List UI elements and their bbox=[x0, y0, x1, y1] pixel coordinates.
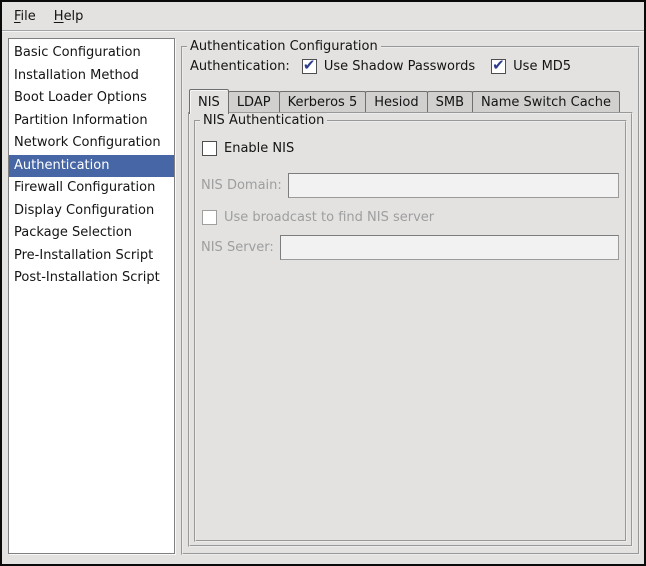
sidebar-item-network-configuration[interactable]: Network Configuration bbox=[9, 132, 174, 155]
sidebar-item-authentication[interactable]: Authentication bbox=[9, 155, 174, 178]
sidebar-item-partition-information[interactable]: Partition Information bbox=[9, 110, 174, 133]
use-broadcast-checkbox: Use broadcast to find NIS server bbox=[202, 210, 434, 225]
use-broadcast-label: Use broadcast to find NIS server bbox=[224, 210, 434, 225]
use-broadcast-checkbox-box bbox=[202, 210, 217, 225]
tab-smb[interactable]: SMB bbox=[427, 91, 473, 113]
authentication-configuration-frame-title: Authentication Configuration bbox=[187, 39, 381, 55]
sidebar-item-package-selection[interactable]: Package Selection bbox=[9, 222, 174, 245]
use-md5-checkbox-box[interactable]: ✔ bbox=[491, 59, 506, 74]
tab-nis[interactable]: NIS bbox=[189, 89, 229, 114]
menu-file-label: ile bbox=[21, 9, 36, 24]
enable-nis-label: Enable NIS bbox=[224, 141, 294, 156]
tab-name-switch-cache[interactable]: Name Switch Cache bbox=[472, 91, 620, 113]
menu-help[interactable]: Help bbox=[45, 4, 93, 29]
enable-nis-checkbox-box[interactable] bbox=[202, 141, 217, 156]
nis-domain-label: NIS Domain: bbox=[201, 178, 282, 193]
sidebar-item-display-configuration[interactable]: Display Configuration bbox=[9, 200, 174, 223]
use-shadow-passwords-label: Use Shadow Passwords bbox=[324, 59, 475, 74]
tab-hesiod[interactable]: Hesiod bbox=[365, 91, 427, 113]
checkmark-icon: ✔ bbox=[303, 56, 316, 74]
section-list: Basic Configuration Installation Method … bbox=[8, 38, 175, 554]
sidebar-item-firewall-configuration[interactable]: Firewall Configuration bbox=[9, 177, 174, 200]
tab-ldap[interactable]: LDAP bbox=[228, 91, 280, 113]
nis-server-row: NIS Server: bbox=[201, 235, 619, 260]
use-broadcast-row: Use broadcast to find NIS server bbox=[202, 210, 450, 225]
nis-server-label: NIS Server: bbox=[201, 240, 274, 255]
use-md5-checkbox[interactable]: ✔ Use MD5 bbox=[491, 59, 571, 74]
nis-authentication-frame-title: NIS Authentication bbox=[200, 113, 327, 129]
authentication-label: Authentication: bbox=[190, 59, 290, 74]
nis-authentication-frame: NIS Authentication Enable NIS NIS Domain… bbox=[194, 120, 627, 542]
menu-file[interactable]: File bbox=[5, 4, 45, 29]
kickstart-configurator-window: File Help Basic Configuration Installati… bbox=[0, 0, 646, 566]
enable-nis-checkbox[interactable]: Enable NIS bbox=[202, 141, 294, 156]
authentication-configuration-frame: Authentication Configuration Authenticat… bbox=[181, 46, 640, 555]
sidebar-item-post-installation-script[interactable]: Post-Installation Script bbox=[9, 267, 174, 290]
tab-kerberos5[interactable]: Kerberos 5 bbox=[279, 91, 367, 113]
nis-domain-row: NIS Domain: bbox=[201, 173, 619, 198]
enable-nis-row: Enable NIS bbox=[202, 141, 310, 156]
use-md5-label: Use MD5 bbox=[513, 59, 571, 74]
nis-server-input bbox=[280, 235, 619, 260]
menu-help-label: elp bbox=[64, 9, 84, 24]
menu-bar: File Help bbox=[2, 2, 644, 31]
sidebar-item-boot-loader-options[interactable]: Boot Loader Options bbox=[9, 87, 174, 110]
sidebar-item-installation-method[interactable]: Installation Method bbox=[9, 65, 174, 88]
nis-tab-page: NIS Authentication Enable NIS NIS Domain… bbox=[188, 112, 633, 547]
sidebar-item-basic-configuration[interactable]: Basic Configuration bbox=[9, 42, 174, 65]
auth-method-tab-bar: NIS LDAP Kerberos 5 Hesiod SMB Name Swit… bbox=[189, 88, 619, 113]
nis-domain-input bbox=[288, 173, 619, 198]
use-shadow-passwords-checkbox[interactable]: ✔ Use Shadow Passwords bbox=[302, 59, 475, 74]
menu-help-mnemonic: H bbox=[54, 9, 64, 24]
use-shadow-passwords-checkbox-box[interactable]: ✔ bbox=[302, 59, 317, 74]
authentication-options-row: Authentication: ✔ Use Shadow Passwords ✔… bbox=[190, 59, 587, 74]
sidebar-item-pre-installation-script[interactable]: Pre-Installation Script bbox=[9, 245, 174, 268]
checkmark-icon: ✔ bbox=[492, 56, 505, 74]
